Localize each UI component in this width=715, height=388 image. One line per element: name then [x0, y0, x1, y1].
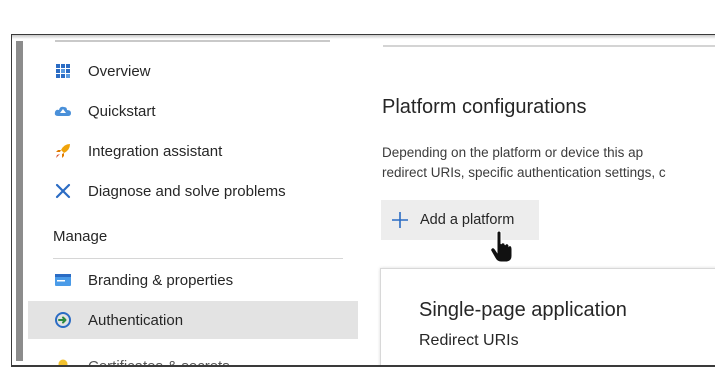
sidebar-item-branding[interactable]: Branding & properties	[28, 261, 358, 299]
page-title: Platform configurations	[382, 96, 587, 118]
main-top-divider	[383, 45, 715, 47]
sidebar-item-label: Certificates & secrets	[88, 357, 230, 367]
plus-icon	[391, 211, 409, 229]
sidebar-item-certificates[interactable]: Certificates & secrets	[28, 349, 358, 367]
card-title: Single-page application	[419, 299, 627, 321]
sidebar-item-integration-assistant[interactable]: Integration assistant	[28, 132, 358, 170]
key-icon	[53, 356, 73, 365]
rocket-icon	[53, 141, 73, 161]
authentication-icon	[53, 310, 73, 330]
overview-grid-icon	[53, 61, 73, 81]
hand-pointer-cursor-icon	[490, 230, 513, 263]
sidebar-item-overview[interactable]: Overview	[28, 52, 358, 90]
platform-description: Depending on the platform or device this…	[382, 143, 715, 183]
tools-icon	[53, 181, 73, 201]
sidebar-item-label: Overview	[88, 62, 151, 80]
section-header-manage: Manage	[53, 228, 108, 245]
platform-card-spa: Single-page application Redirect URIs	[380, 268, 715, 365]
sidebar-item-authentication[interactable]: Authentication	[28, 301, 358, 339]
sidebar-item-quickstart[interactable]: Quickstart	[28, 92, 358, 130]
section-divider	[53, 258, 343, 259]
card-subtitle: Redirect URIs	[419, 332, 519, 349]
description-line: redirect URIs, specific authentication s…	[382, 165, 666, 180]
app-window: Overview Quickstart Integration assistan…	[11, 34, 715, 367]
add-platform-button[interactable]: Add a platform	[381, 200, 539, 240]
left-scrollbar[interactable]	[16, 41, 23, 361]
branding-card-icon	[53, 270, 73, 290]
sidebar-divider	[55, 40, 330, 42]
sidebar-item-label: Authentication	[88, 311, 184, 329]
screenshot: Overview Quickstart Integration assistan…	[0, 0, 715, 388]
sidebar: Overview Quickstart Integration assistan…	[28, 35, 358, 365]
add-platform-label: Add a platform	[420, 212, 515, 228]
sidebar-item-diagnose[interactable]: Diagnose and solve problems	[28, 172, 358, 210]
sidebar-item-label: Quickstart	[88, 102, 156, 120]
sidebar-item-label: Integration assistant	[88, 142, 223, 160]
sidebar-item-label: Branding & properties	[88, 271, 234, 289]
description-line: Depending on the platform or device this…	[382, 145, 644, 160]
quickstart-cloud-icon	[53, 101, 73, 121]
sidebar-item-label: Diagnose and solve problems	[88, 182, 286, 200]
